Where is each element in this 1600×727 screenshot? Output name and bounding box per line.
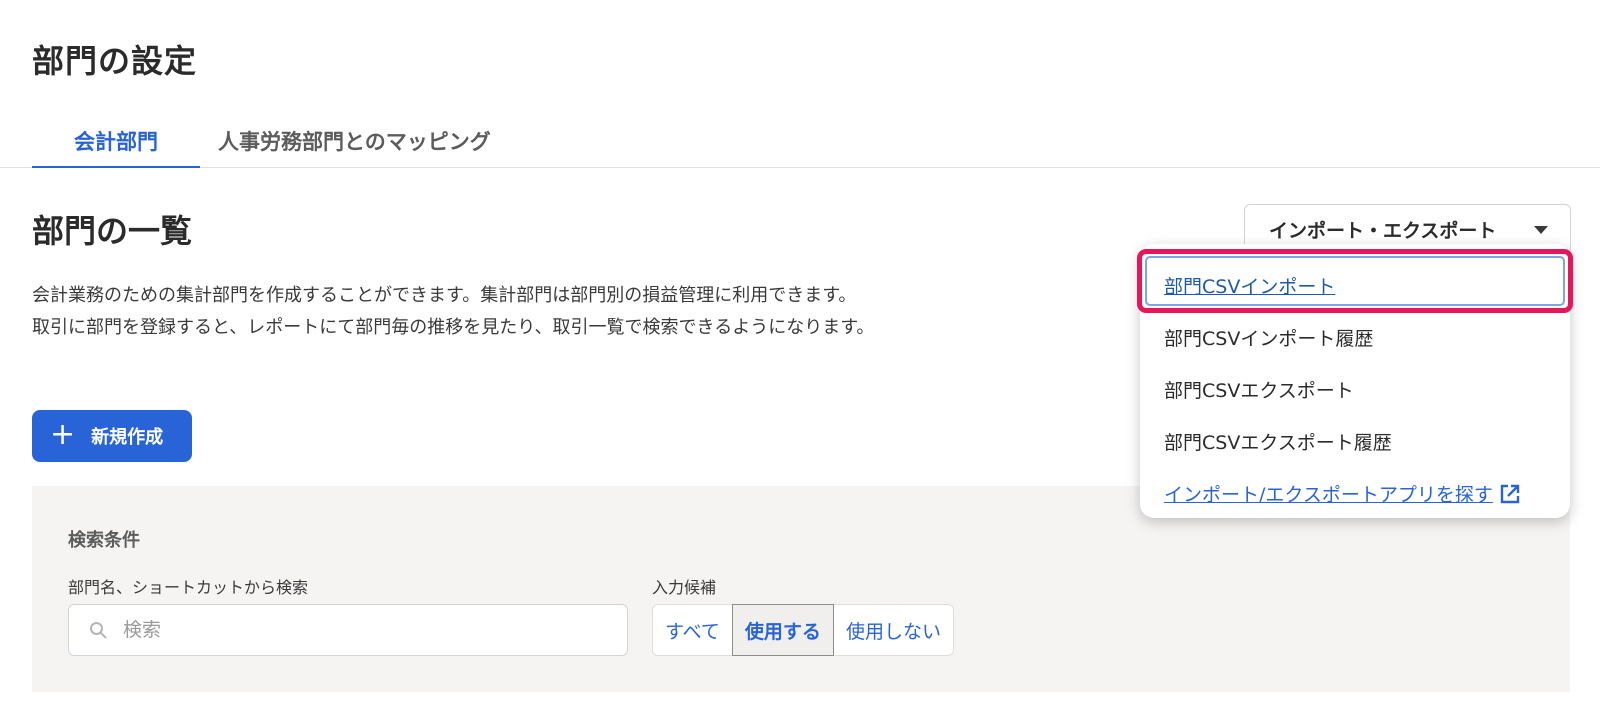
focus-outline <box>1145 256 1565 306</box>
search-panel-title: 検索条件 <box>68 530 140 551</box>
tab-hr-mapping[interactable]: 人事労務部門とのマッピング <box>218 126 491 168</box>
tab-bar: 会計部門 人事労務部門とのマッピング <box>0 118 1600 168</box>
candidate-filter-label: 入力候補 <box>652 578 717 597</box>
import-export-label: インポート・エクスポート <box>1269 219 1497 242</box>
menu-item-csv-export[interactable]: 部門CSVエクスポート <box>1164 376 1354 403</box>
caret-down-icon <box>1534 226 1548 234</box>
search-icon <box>90 622 107 639</box>
search-input[interactable] <box>123 615 603 645</box>
new-department-button[interactable]: + 新規作成 <box>32 410 192 462</box>
plus-icon: + <box>50 416 76 452</box>
new-department-label: 新規作成 <box>91 427 164 448</box>
highlight-frame <box>1137 249 1573 313</box>
department-search-label: 部門名、ショートカットから検索 <box>68 578 309 597</box>
search-box <box>68 604 628 656</box>
description-line: 取引に部門を登録すると、レポートにて部門毎の推移を見たり、取引一覧で検索できるよ… <box>32 317 875 338</box>
menu-item-csv-import-history[interactable]: 部門CSVインポート履歴 <box>1164 324 1373 351</box>
find-apps-label: インポート/エクスポートアプリを探す <box>1164 484 1493 506</box>
filter-all-button[interactable]: すべて <box>653 605 732 655</box>
candidate-filter: すべて 使用する 使用しない <box>652 604 954 656</box>
menu-item-find-apps[interactable]: インポート/エクスポートアプリを探す <box>1164 480 1521 507</box>
external-link-icon <box>1500 484 1520 503</box>
description-line: 会計業務のための集計部門を作成することができます。集計部門は部門別の損益管理に利… <box>32 285 857 306</box>
filter-not-in-use-button[interactable]: 使用しない <box>834 605 953 655</box>
filter-in-use-button[interactable]: 使用する <box>731 604 834 656</box>
tab-accounting-departments[interactable]: 会計部門 <box>32 126 200 168</box>
section-description: 会計業務のための集計部門を作成することができます。集計部門は部門別の損益管理に利… <box>32 280 874 344</box>
page-title: 部門の設定 <box>32 42 198 80</box>
section-title: 部門の一覧 <box>32 212 193 250</box>
menu-item-csv-export-history[interactable]: 部門CSVエクスポート履歴 <box>1164 428 1392 455</box>
